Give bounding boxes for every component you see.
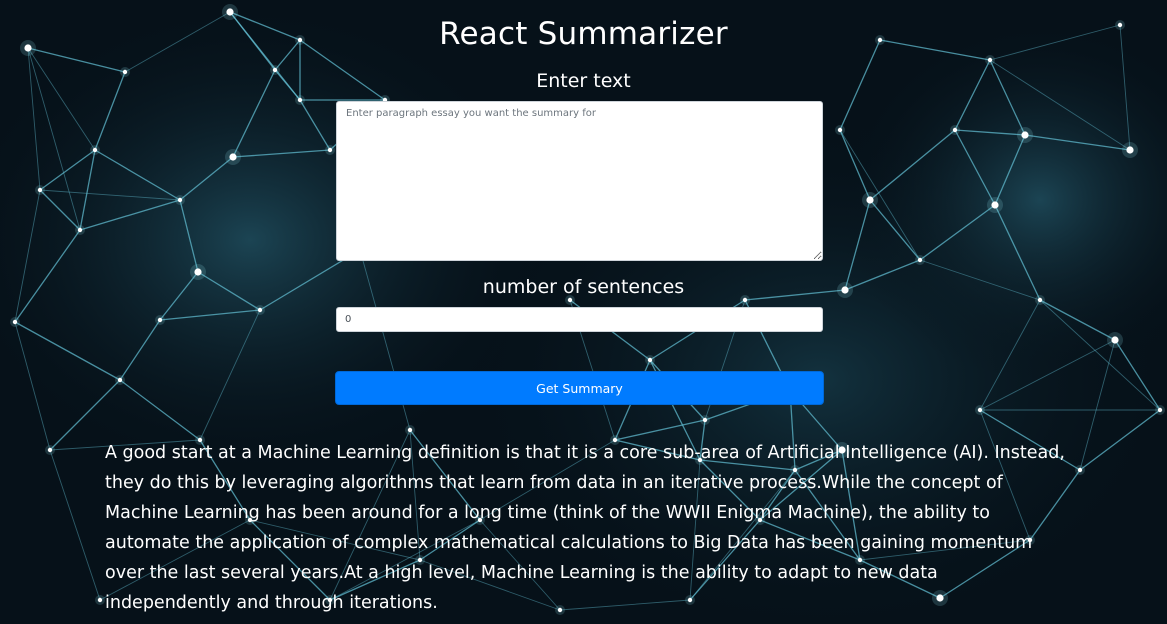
page-title: React Summarizer [439, 16, 728, 52]
summary-output: A good start at a Machine Learning defin… [105, 443, 1065, 613]
paragraph-textarea[interactable] [336, 101, 823, 261]
text-label: Enter text [536, 70, 631, 92]
get-summary-button[interactable]: Get Summary [335, 371, 824, 405]
sentence-count-label: number of sentences [482, 276, 685, 298]
app-container: React Summarizer Enter text number of se… [0, 0, 1167, 624]
sentence-count-input[interactable] [336, 307, 823, 332]
